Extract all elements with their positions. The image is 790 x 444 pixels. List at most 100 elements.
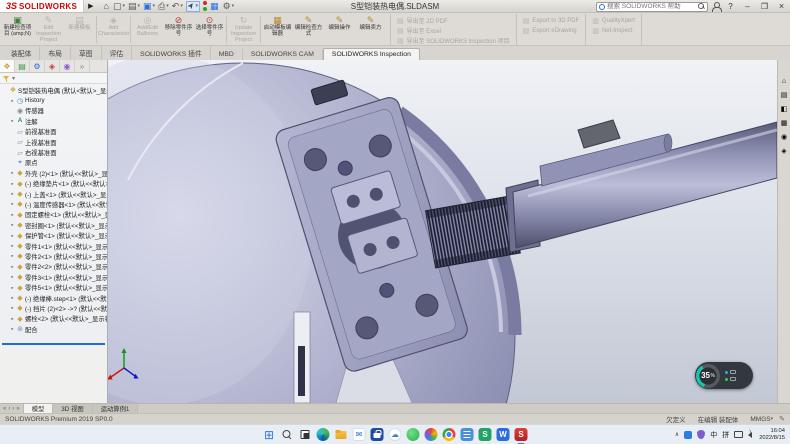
tree-item-component[interactable]: ▸◆(-) 绝缘棒.step<1> (默认<<默认>_ [0,293,107,303]
ribbon-button-add-characteristic[interactable]: ◈Add Characteristic [98,14,129,45]
ribbon-button-launch-template-editor[interactable]: ▦启动模板编辑器 [262,14,293,45]
tab-cam[interactable]: SOLIDWORKS CAM [243,49,323,60]
minimize-button[interactable]: – [741,0,754,13]
ribbon-button-add-edit-balloons[interactable]: ◎Add/Edit Balloons [132,14,163,45]
tree-item-top-plane[interactable]: ▱上视基准面 [0,137,107,147]
task-pane-icon-appearances[interactable]: ◉ [781,134,787,141]
doc-tab-motion-study-1[interactable]: 运动算例1 [93,404,139,413]
taskbar-icon-mail[interactable]: ✉ [353,428,366,441]
widget-row-bottom[interactable] [725,377,736,381]
tree-item-component[interactable]: ▸◆零件5<1> (默认<<默认>_显示状 [0,282,107,292]
language-indicator[interactable]: 中 [710,430,717,440]
qat-button-undo[interactable]: ↶▾ [172,1,183,12]
tree-item-component[interactable]: ▸◆密封圈<1> (默认<<默认>_显示状 [0,220,107,230]
tab-scroll-arrow-icon[interactable]: › [12,406,14,412]
doc-tab-3d-views[interactable]: 3D 视图 [53,404,92,413]
qat-button-options[interactable]: ⚙▾ [223,1,235,12]
expand-arrow-icon[interactable]: ▸ [9,326,16,332]
export-menu-item[interactable]: ▤导出至 2D PDF [397,16,510,25]
tree-item-annotations[interactable]: ▸A注解 [0,116,107,126]
qat-button-select[interactable]: ➤▾ [186,1,200,12]
tab-scroll-arrow-icon[interactable]: » [16,406,19,412]
expand-arrow-icon[interactable]: ▸ [9,253,16,259]
tab-assembly[interactable]: 装配体 [3,46,40,60]
export-menu-item[interactable]: ▥QualityXpert [592,16,635,25]
task-pane-icon-view-palette[interactable]: ▦ [781,120,788,127]
qat-button-open[interactable]: ▤▾ [128,1,140,12]
help-button[interactable]: ? [724,0,737,13]
expand-arrow-icon[interactable]: ▸ [9,285,16,291]
taskbar-icon-solidworks[interactable]: S [515,428,528,441]
expand-arrow-icon[interactable]: ▸ [9,170,16,176]
tab-inspection[interactable]: SOLIDWORKS Inspection [323,48,420,60]
tree-item-component[interactable]: ▸◆(-) 挡片 (2)<2> ->? (默认<<默认> [0,303,107,313]
tree-item-right-plane[interactable]: ▱右视基准面 [0,147,107,157]
qat-button-display-settings[interactable]: ▦ [210,1,220,12]
tree-item-component[interactable]: ▸◆保护管<1> (默认<<默认>_显示状 [0,230,107,240]
taskbar-icon-search[interactable] [281,428,294,441]
taskbar-icon-browser-app[interactable] [425,428,438,441]
ribbon-button-edit-inspection-project[interactable]: ✎Edit Inspection Project [33,14,64,45]
tree-item-component[interactable]: ▸◆零件3<1> (默认<<默认>_显示状 [0,272,107,282]
speaker-icon[interactable] [748,432,752,438]
panel-tab-configurationmanager[interactable]: ⚙ [30,60,45,72]
panel-tab-expand-pane[interactable]: » [75,60,90,72]
export-menu-item[interactable]: ▤Export to 3D PDF [523,16,580,25]
task-pane-icon-solidworks-resources[interactable]: ⌂ [782,78,786,85]
export-menu-item[interactable]: ▤导出至 SOLIDWORKS Inspection 项目 [397,36,510,45]
taskbar-icon-notes-app[interactable] [461,428,474,441]
tree-item-component[interactable]: ▸◆(-) 绝缘垫片<1> (默认<<默认>_显示 [0,179,107,189]
ribbon-button[interactable] [260,16,261,43]
tree-item-component[interactable]: ▸◆零件2<2> (默认<<默认>_显示状 [0,262,107,272]
tab-evaluate[interactable]: 评估 [102,46,133,60]
qat-button-rebuild-stoplight[interactable] [203,1,207,12]
expand-arrow-icon[interactable]: ▸ [9,305,16,311]
expand-arrow-icon[interactable]: ▸ [9,222,16,228]
restore-button[interactable]: ❐ [758,0,771,13]
ribbon-button-remove-balloons[interactable]: ⊘移除零件序号 [163,14,194,45]
expand-arrow-icon[interactable]: ▸ [9,295,16,301]
tree-item-front-plane[interactable]: ▱前视基准面 [0,127,107,137]
tray-shield-icon[interactable] [697,430,705,439]
menu-expand-arrow-icon[interactable]: ▶ [88,2,93,10]
taskbar-icon-wps[interactable]: W [497,428,510,441]
ribbon-button-edit-operations[interactable]: ✎编辑操作 [324,14,355,45]
taskbar-icon-chrome[interactable] [443,428,456,441]
taskbar-icon-green-app[interactable] [407,428,420,441]
task-pane-icon-file-explorer[interactable]: ◧ [781,106,788,113]
taskbar-icon-file-explorer[interactable] [335,428,348,441]
export-menu-item[interactable]: ▥Net-Inspect [592,26,635,35]
expand-arrow-icon[interactable]: ▸ [9,212,16,218]
ribbon-button-edit-vendors[interactable]: ✎编辑卖方 [355,14,386,45]
tree-item-assembly-root[interactable]: ❖S型铠装热电偶 (默认<默认>_显示状态-1> [0,85,107,95]
tab-mbd[interactable]: MBD [211,49,243,60]
panel-tab-displaymanager[interactable]: ◉ [60,60,75,72]
expand-arrow-icon[interactable]: ▸ [9,274,16,280]
expand-arrow-icon[interactable]: ▸ [9,264,16,270]
export-menu-item[interactable]: ▤Export eDrawing [523,26,580,35]
tree-item-component[interactable]: ▸◆零件1<1> (默认<<默认>_显示状态 [0,241,107,251]
tab-scroll-arrow-icon[interactable]: ‹ [8,406,10,412]
tree-item-origin[interactable]: ⌖原点 [0,158,107,168]
close-button[interactable]: × [775,0,788,13]
expand-arrow-icon[interactable]: ▸ [9,201,16,207]
ribbon-button-pick-balloons[interactable]: ⊙选择零件序号 [194,14,225,45]
tree-item-component[interactable]: ▸◆(-) 温度传感器<1> (默认<<默认>_显 [0,199,107,209]
expand-arrow-icon[interactable]: ▸ [9,191,16,197]
ribbon-button-new-inspection-project[interactable]: ▣新建检查项目 (amp;N) [2,14,33,45]
tab-sketch[interactable]: 草图 [71,46,102,60]
display-icon[interactable] [734,431,743,438]
taskbar-icon-task-view[interactable] [299,428,312,441]
taskbar-icon-start[interactable]: ⊞ [263,428,276,441]
task-pane-icon-design-library[interactable]: ▤ [781,92,788,99]
panel-tab-featuremanager[interactable]: ❖ [0,60,15,72]
expand-arrow-icon[interactable]: ▸ [9,233,16,239]
login-person-icon[interactable] [712,2,720,11]
tree-item-component[interactable]: ▸◆外壳 (2)<1> (默认<<默认>_显示状 [0,168,107,178]
tree-item-sensors[interactable]: ◉传感器 [0,106,107,116]
taskbar-icon-edge[interactable] [317,428,330,441]
expand-arrow-icon[interactable]: ▸ [9,98,16,104]
edit-icon[interactable]: ✎ [779,415,785,423]
ribbon-button[interactable] [96,16,97,43]
qat-button-new-document[interactable]: ▢▾ [113,1,125,12]
